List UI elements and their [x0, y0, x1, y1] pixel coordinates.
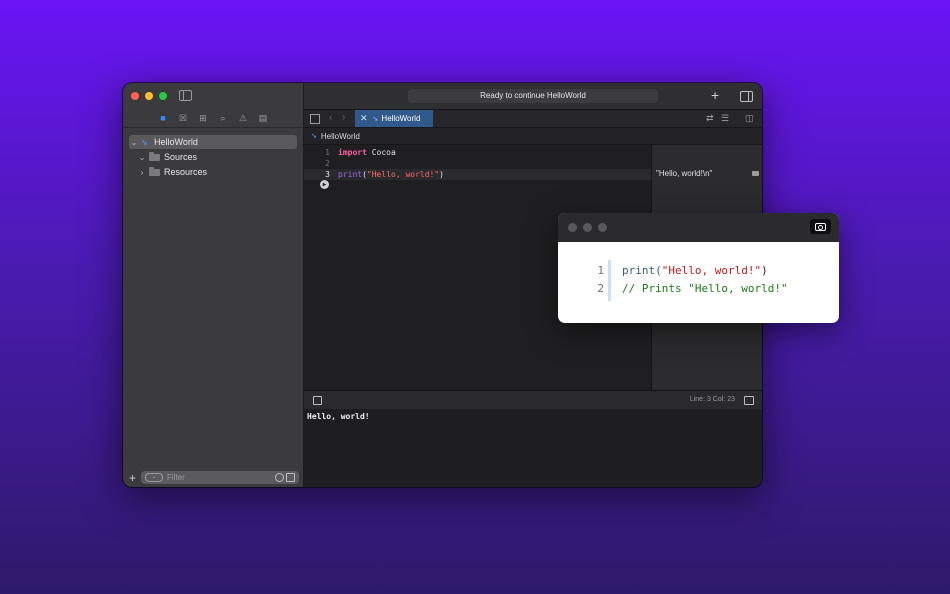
toolbar: Ready to continue HelloWorld + — [304, 83, 762, 110]
minimize-window-button[interactable] — [583, 223, 592, 232]
activity-status: Ready to continue HelloWorld — [408, 89, 658, 103]
window-controls — [131, 92, 167, 100]
snippet-line: 2 // Prints "Hello, world!" — [558, 280, 839, 298]
line-number: 1 — [325, 148, 330, 157]
zoom-window-button[interactable] — [159, 92, 167, 100]
report-icon[interactable]: ▤ — [257, 112, 269, 124]
code-line: 1 import Cocoa — [304, 147, 651, 158]
line-number: 2 — [325, 159, 330, 168]
console-toggle-icon[interactable] — [744, 396, 754, 405]
swift-icon: ➘ — [311, 133, 317, 140]
debug-bar: Line: 3 Col: 23 — [304, 390, 762, 410]
split-editor-icon[interactable]: ◫ — [745, 113, 754, 124]
hide-debug-icon[interactable] — [313, 396, 322, 405]
refresh-icon[interactable]: ⇄ — [706, 113, 714, 124]
folder-icon[interactable]: ■ — [157, 112, 169, 124]
navigator-tabs: ■ ☒ ⊞ ⌕ ⚠ ▤ — [123, 109, 303, 128]
add-button[interactable]: + — [129, 471, 139, 485]
folder-icon — [149, 166, 160, 176]
snippet-code: print("Hello, world!") — [622, 262, 768, 280]
paren-close: ) — [761, 264, 768, 277]
close-window-button[interactable] — [131, 92, 139, 100]
line-number: 2 — [597, 282, 604, 295]
chevron-down-icon[interactable]: ⌄ — [137, 153, 147, 162]
warning-icon[interactable]: ⚠ — [237, 112, 249, 124]
string-literal: "Hello, world!" — [366, 170, 440, 179]
swift-icon: ➘ — [141, 138, 148, 147]
line-number: 1 — [597, 264, 604, 277]
tree-item-sources[interactable]: ⌄ Sources — [129, 150, 297, 164]
source-control-icon[interactable]: ☒ — [177, 112, 189, 124]
jump-bar[interactable]: ➘ HelloWorld — [304, 128, 762, 145]
snippet-window-controls — [568, 223, 607, 232]
function-name: print( — [622, 264, 662, 277]
navigator-sidebar: ■ ☒ ⊞ ⌕ ⚠ ▤ ⌄ ➘ HelloWorld ⌄ Sources › R… — [123, 83, 304, 487]
chevron-right-icon[interactable]: › — [137, 168, 147, 177]
tab-label: HelloWorld — [381, 114, 421, 123]
tree-item-helloworld[interactable]: ⌄ ➘ HelloWorld — [129, 135, 297, 149]
forward-icon[interactable]: › — [342, 112, 345, 123]
sidebar-toggle-icon[interactable] — [179, 90, 192, 101]
snippet-line: 1 print("Hello, world!") — [558, 262, 839, 280]
add-library-button[interactable]: + — [711, 87, 719, 103]
sidebar-footer: + ⌄ Filter — [123, 469, 303, 487]
filter-field[interactable]: ⌄ Filter — [141, 471, 299, 484]
chevron-down-icon[interactable]: ⌄ — [129, 138, 139, 147]
code-text: print("Hello, world!") — [338, 169, 444, 180]
code-line: 2 — [304, 158, 651, 169]
related-items-icon[interactable] — [310, 114, 320, 124]
tree-item-label: HelloWorld — [154, 137, 198, 147]
filter-placeholder: Filter — [167, 473, 185, 482]
swift-icon: ➘ — [372, 115, 379, 123]
zoom-window-button[interactable] — [598, 223, 607, 232]
camera-icon[interactable] — [810, 219, 831, 234]
snippet-titlebar — [558, 213, 839, 242]
keyword: import — [338, 148, 367, 157]
line-col-indicator: Line: 3 Col: 23 — [689, 396, 735, 403]
run-line-icon[interactable]: ▶ — [320, 180, 329, 189]
console-text: Hello, world! — [307, 412, 370, 421]
tab-bar: ‹ › ✕ ➘ HelloWorld ⇄ ☰ ◫ — [304, 110, 762, 128]
paren-close: ) — [439, 170, 444, 179]
tree-item-label: Resources — [164, 167, 208, 177]
code-comment: // Prints "Hello, world!" — [622, 282, 788, 295]
function-name: print — [338, 170, 363, 179]
snippet-body: 1 print("Hello, world!") 2 // Prints "He… — [558, 242, 839, 323]
minimize-window-button[interactable] — [145, 92, 153, 100]
tree-item-resources[interactable]: › Resources — [129, 165, 297, 179]
search-icon[interactable]: ⌕ — [217, 112, 229, 124]
filter-actions — [275, 473, 295, 482]
string-literal: "Hello, world!" — [661, 264, 762, 277]
back-icon[interactable]: ‹ — [329, 112, 332, 123]
code-line-current: 3 print("Hello, world!") — [304, 169, 651, 180]
snippet-code: // Prints "Hello, world!" — [622, 280, 788, 298]
breadcrumb[interactable]: HelloWorld — [321, 132, 360, 141]
close-window-button[interactable] — [568, 223, 577, 232]
module-name: Cocoa — [366, 148, 396, 157]
folder-icon — [149, 151, 160, 161]
editor-options-icon[interactable]: ☰ — [721, 113, 729, 124]
hierarchy-icon[interactable]: ⊞ — [197, 112, 209, 124]
recent-files-icon[interactable] — [275, 473, 284, 482]
line-number: 3 — [325, 170, 330, 179]
project-tree: ⌄ ➘ HelloWorld ⌄ Sources › Resources — [129, 135, 297, 180]
snippet-window: 1 print("Hello, world!") 2 // Prints "He… — [558, 213, 839, 323]
close-tab-icon[interactable]: ✕ — [360, 113, 368, 124]
tab-helloworld[interactable]: ✕ ➘ HelloWorld — [355, 110, 433, 127]
quick-look-icon[interactable] — [752, 171, 759, 176]
scm-filter-icon[interactable] — [286, 473, 295, 482]
filter-options-icon[interactable]: ⌄ — [145, 473, 163, 482]
inspector-toggle-icon[interactable] — [740, 91, 753, 102]
console-output: Hello, world! — [304, 409, 762, 487]
code-text: import Cocoa — [338, 147, 396, 158]
result-value: "Hello, world!\n" — [656, 169, 713, 178]
tree-item-label: Sources — [164, 152, 198, 162]
